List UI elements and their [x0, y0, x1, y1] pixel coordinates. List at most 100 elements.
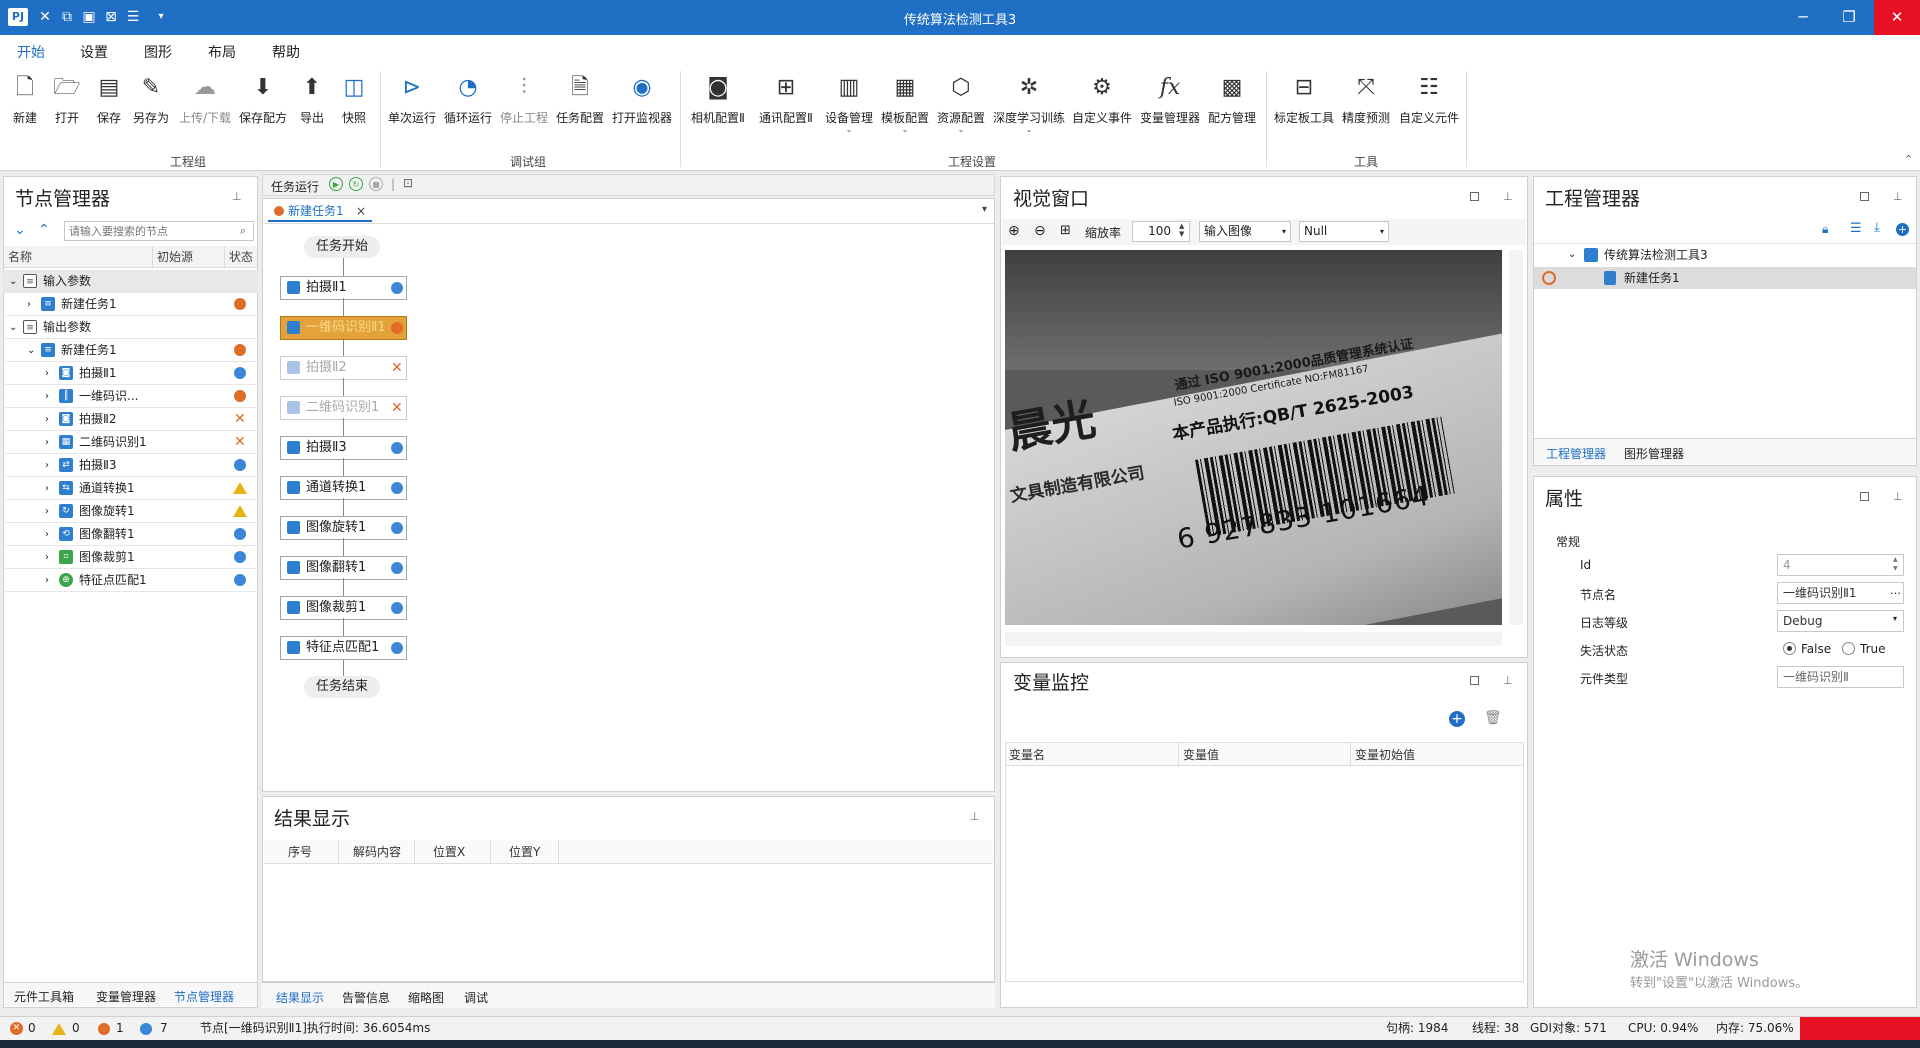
recipe-manage-button[interactable]: ▩ 配方管理 [1206, 71, 1258, 143]
tab-thumbnails[interactable]: 缩略图 [408, 989, 444, 1006]
save-recipe-button[interactable]: ⬇ 保存配方 [238, 71, 288, 143]
tab-node-manager[interactable]: 节点管理器 [174, 988, 234, 1005]
tab-variable-manager[interactable]: 变量管理器 [96, 988, 156, 1005]
tree-item-node[interactable]: › ║ 一维码识... [3, 385, 258, 408]
upload-download-button[interactable]: ☁ 上传/下载 [176, 71, 234, 143]
tree-group-input[interactable]: ⌄ ≡ 输入参数 [3, 270, 258, 293]
flow-node[interactable]: 图像裁剪1 [280, 596, 407, 620]
chevron-right-icon[interactable]: › [45, 500, 49, 523]
project-tree-task[interactable]: 新建任务1 [1534, 267, 1916, 289]
tree-group-output[interactable]: ⌄ ≡ 输出参数 [3, 316, 258, 339]
tab-component-toolbox[interactable]: 元件工具箱 [14, 988, 74, 1005]
flow-node[interactable]: 图像旋转1 [280, 516, 407, 540]
flow-node[interactable]: 二维码识别1 ✕ [280, 396, 407, 420]
camera-image[interactable]: 晨光 文具制造有限公司 通过 ISO 9001:2000品质管理系统认证 ISO… [1005, 250, 1502, 625]
radio-false[interactable] [1783, 642, 1796, 655]
menu-shapes[interactable]: 图形 [144, 42, 172, 62]
open-button[interactable]: 🗁 打开 [50, 71, 84, 143]
chevron-right-icon[interactable]: › [45, 546, 49, 569]
chevron-down-icon[interactable]: ⌄ [9, 316, 17, 339]
minimize-button[interactable]: ─ [1780, 0, 1826, 35]
maximize-panel-icon[interactable] [1470, 676, 1479, 685]
horizontal-scrollbar[interactable] [1005, 632, 1502, 646]
resource-config-button[interactable]: ⬡ 资源配置 ⌄ [936, 71, 986, 143]
pin-icon[interactable]: ⊥ [970, 810, 980, 823]
tree-item-node[interactable]: › ⊕ 特征点匹配1 [3, 569, 258, 592]
maximize-panel-icon[interactable] [1860, 192, 1869, 201]
expand-all-icon[interactable]: ⌄ [14, 222, 26, 238]
flow-node[interactable]: 通道转换1 [280, 476, 407, 500]
close-button[interactable]: ✕ [1874, 0, 1920, 35]
tab-dropdown-icon[interactable]: ▾ [982, 204, 987, 215]
comm-config-button[interactable]: ⊞ 通讯配置Ⅱ [756, 71, 816, 143]
image-source-select[interactable]: 输入图像 ▾ [1199, 221, 1291, 242]
close-tab-icon[interactable]: × [356, 202, 366, 220]
tab-results[interactable]: 结果显示 [276, 989, 324, 1006]
chevron-right-icon[interactable]: › [45, 477, 49, 500]
deep-learning-button[interactable]: ✲ 深度学习训练 ⌄ [992, 71, 1066, 143]
vertical-scrollbar[interactable] [1509, 250, 1523, 625]
tab-project-manager[interactable]: 工程管理器 [1546, 445, 1606, 462]
tree-item-node[interactable]: › ↻ 图像旋转1 [3, 500, 258, 523]
flow-node[interactable]: 图像翻转1 [280, 556, 407, 580]
add-icon[interactable]: + [1896, 223, 1909, 236]
save-button[interactable]: ▤ 保存 [92, 71, 126, 143]
node-search-input[interactable] [64, 221, 254, 241]
pin-icon[interactable]: ⊥ [1893, 190, 1903, 203]
menu-layout[interactable]: 布局 [208, 42, 236, 62]
list-icon[interactable]: ☰ [1850, 221, 1862, 236]
tree-item-node[interactable]: › ⌗ 图像裁剪1 [3, 546, 258, 569]
flow-node[interactable]: 一维码识别Ⅱ1 [280, 316, 407, 340]
null-select[interactable]: Null ▾ [1299, 221, 1389, 242]
chevron-down-icon[interactable]: ⌄ [1568, 244, 1576, 266]
custom-element-button[interactable]: ☷ 自定义元件 [1398, 71, 1460, 143]
variable-manager-button[interactable]: fx 变量管理器 [1140, 71, 1200, 143]
chevron-down-icon[interactable]: ▾ [1893, 614, 1897, 623]
chevron-right-icon[interactable]: › [45, 431, 49, 454]
open-monitor-button[interactable]: ◉ 打开监视器 [612, 71, 672, 143]
loop-task-icon[interactable]: ↻ [349, 177, 363, 191]
chevron-right-icon[interactable]: › [27, 293, 31, 316]
tree-item-node[interactable]: › ◙ 拍摄Ⅱ1 [3, 362, 258, 385]
pin-icon[interactable]: ⊥ [1893, 490, 1903, 503]
tab-debug[interactable]: 调试 [464, 989, 488, 1006]
node-name-field[interactable]: 一维码识别Ⅱ1 [1777, 582, 1904, 604]
flow-node[interactable]: 拍摄Ⅱ2 ✕ [280, 356, 407, 380]
tree-item-node[interactable]: › ⇆ 通道转换1 [3, 477, 258, 500]
tree-item-node[interactable]: › ◙ 拍摄Ⅱ2 ✕ [3, 408, 258, 431]
export-button[interactable]: ⬆ 导出 [296, 71, 328, 143]
zoom-spinner-icon[interactable]: ▲ ▼ [1179, 222, 1184, 238]
maximize-panel-icon[interactable] [1470, 192, 1479, 201]
chevron-right-icon[interactable]: › [45, 362, 49, 385]
save-as-button[interactable]: ✎ 另存为 [130, 71, 172, 143]
chevron-right-icon[interactable]: › [45, 408, 49, 431]
log-level-select[interactable]: Debug [1777, 610, 1904, 632]
chevron-right-icon[interactable]: › [45, 523, 49, 546]
tab-alarms[interactable]: 告警信息 [342, 989, 390, 1006]
chevron-right-icon[interactable]: › [45, 569, 49, 592]
task-config-button[interactable]: 🗎 任务配置 [556, 71, 604, 143]
flow-node[interactable]: 拍摄Ⅱ1 [280, 276, 407, 300]
chevron-down-icon[interactable]: ⌄ [9, 270, 17, 293]
screenshot-icon[interactable]: ⊡ [403, 176, 413, 190]
calibration-tool-button[interactable]: ⊟ 标定板工具 [1272, 71, 1336, 143]
tree-item-input-task[interactable]: › ≡ 新建任务1 [3, 293, 258, 316]
download-icon[interactable]: ⤓ [1874, 220, 1880, 235]
custom-event-button[interactable]: ⚙ 自定义事件 [1072, 71, 1132, 143]
run-once-button[interactable]: ⊳ 单次运行 [388, 71, 436, 143]
precision-predict-button[interactable]: ⤧ 精度预测 [1340, 71, 1392, 143]
tab-shape-manager[interactable]: 图形管理器 [1624, 445, 1684, 462]
run-task-icon[interactable]: ▶ [329, 177, 343, 191]
more-icon[interactable]: … [1890, 584, 1901, 597]
chevron-right-icon[interactable]: › [45, 385, 49, 408]
menu-settings[interactable]: 设置 [80, 42, 108, 62]
chevron-right-icon[interactable]: › [45, 454, 49, 477]
zoom-in-icon[interactable]: ⊕ [1008, 223, 1020, 239]
stop-project-button[interactable]: ⫶ 停止工程 [500, 71, 548, 143]
collapse-all-icon[interactable]: ⌃ [38, 222, 50, 238]
new-button[interactable]: 🗋 新建 [8, 71, 42, 143]
tree-item-output-task[interactable]: ⌄ ≡ 新建任务1 [3, 339, 258, 362]
stop-task-icon[interactable]: ■ [369, 177, 383, 191]
restore-button[interactable]: ❐ [1826, 0, 1872, 35]
maximize-panel-icon[interactable] [1860, 492, 1869, 501]
